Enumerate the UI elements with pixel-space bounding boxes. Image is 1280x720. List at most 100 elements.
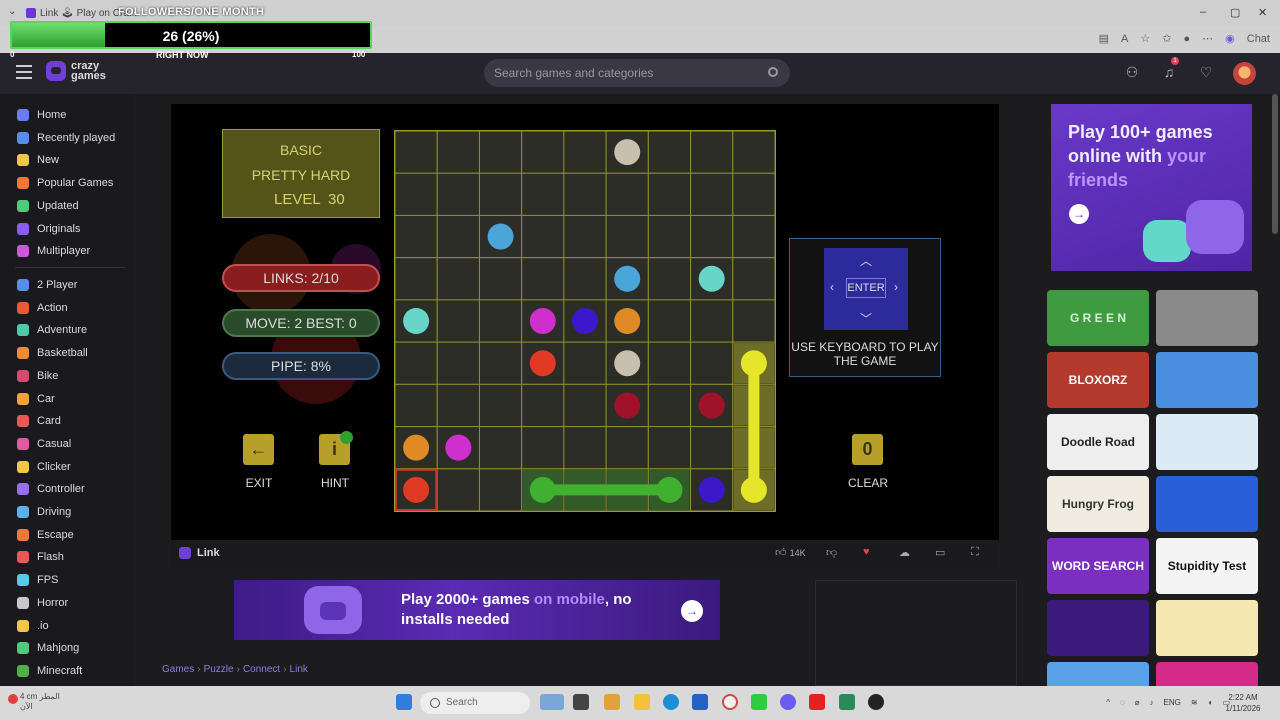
board-cell[interactable]: [436, 130, 480, 174]
board-cell[interactable]: [647, 383, 692, 428]
maximize-icon[interactable]: ▢: [1230, 6, 1240, 19]
avatar[interactable]: [1233, 62, 1256, 85]
game-thumbnail[interactable]: G R E E N: [1047, 290, 1149, 346]
board-cell[interactable]: [436, 172, 480, 216]
breadcrumb-connect[interactable]: Connect: [243, 664, 280, 675]
color-dot[interactable]: [403, 434, 430, 461]
fullscreen-icon[interactable]: ⛶: [971, 546, 979, 559]
board-cell[interactable]: [394, 257, 438, 301]
board-cell[interactable]: [563, 172, 607, 216]
clear-button[interactable]: 0: [852, 434, 883, 465]
board-cell[interactable]: [478, 172, 523, 216]
color-dot[interactable]: [698, 265, 725, 292]
color-dot[interactable]: [487, 223, 514, 250]
board-cell[interactable]: [690, 426, 734, 470]
board-cell[interactable]: [732, 172, 776, 216]
discord-icon[interactable]: [780, 694, 796, 710]
sidebar-item-driving[interactable]: Driving: [0, 501, 134, 523]
sidebar-item-flash[interactable]: Flash: [0, 546, 134, 568]
board-cell[interactable]: [436, 299, 480, 343]
game-thumbnail[interactable]: [1156, 414, 1258, 470]
board-cell[interactable]: [394, 214, 438, 259]
obs-icon[interactable]: [868, 694, 884, 710]
copilot-app-icon[interactable]: [604, 694, 620, 710]
game-thumbnail[interactable]: [1156, 662, 1258, 686]
crazygames-logo[interactable]: crazy games: [46, 61, 106, 82]
color-dot[interactable]: [445, 434, 472, 461]
color-dot[interactable]: [614, 139, 641, 166]
breadcrumb-puzzle[interactable]: Puzzle: [204, 664, 234, 675]
app-icon[interactable]: [839, 694, 855, 710]
board-cell[interactable]: [690, 130, 734, 174]
menu-icon[interactable]: [16, 65, 32, 79]
board-cell[interactable]: [605, 426, 649, 470]
board-cell[interactable]: [647, 130, 692, 174]
pipe-end-dot[interactable]: [656, 476, 683, 503]
start-icon[interactable]: [396, 694, 412, 710]
weather-widget[interactable]: 4 cm المطر الآن: [20, 692, 60, 712]
dislike-icon[interactable]: 👎︎: [826, 546, 837, 559]
friends-promo[interactable]: Play 100+ games online with your friends…: [1051, 104, 1252, 271]
favorites-icon[interactable]: ✩: [1162, 32, 1171, 45]
board-cell[interactable]: [647, 341, 692, 385]
board-cell[interactable]: [436, 214, 480, 259]
more-options-icon[interactable]: ⋯: [1202, 32, 1213, 45]
board-cell[interactable]: [521, 257, 565, 301]
game-board[interactable]: [394, 130, 776, 512]
color-dot[interactable]: [698, 476, 725, 503]
game-thumbnail[interactable]: [1047, 600, 1149, 656]
board-cell[interactable]: [436, 257, 480, 301]
cloud-save-icon[interactable]: ☁: [899, 546, 910, 559]
read-aloud-icon[interactable]: A: [1121, 33, 1128, 45]
tray-network-icon[interactable]: ⌀: [1135, 698, 1140, 707]
board-cell[interactable]: [478, 257, 523, 301]
board-cell[interactable]: [647, 257, 692, 301]
board-cell[interactable]: [478, 426, 523, 470]
pipe-end-dot[interactable]: [529, 476, 556, 503]
board-cell[interactable]: [563, 257, 607, 301]
sidebar-item-card[interactable]: Card: [0, 410, 134, 432]
sidebar-item-horror[interactable]: Horror: [0, 592, 134, 614]
bell-icon[interactable]: ♫: [1160, 64, 1178, 82]
search-icon[interactable]: [768, 67, 778, 77]
sidebar-item-recently-played[interactable]: Recently played: [0, 127, 134, 149]
minimize-icon[interactable]: –: [1200, 6, 1206, 18]
board-cell[interactable]: [478, 130, 523, 174]
store-icon[interactable]: [692, 694, 708, 710]
board-svg[interactable]: [394, 130, 776, 512]
game-thumbnail[interactable]: [1047, 662, 1149, 686]
game-thumbnail[interactable]: Doodle Road: [1047, 414, 1149, 470]
chat-button[interactable]: Chat: [1247, 33, 1270, 45]
board-cell[interactable]: [647, 214, 692, 259]
page-scrollbar[interactable]: [1272, 94, 1278, 234]
sidebar-item-clicker[interactable]: Clicker: [0, 456, 134, 478]
tray-chevron-icon[interactable]: ^: [1106, 698, 1110, 707]
sidebar-item-home[interactable]: Home: [0, 104, 134, 126]
copilot-icon[interactable]: ◉: [1225, 32, 1235, 45]
mobile-banner[interactable]: Play 2000+ games on mobile, no installs …: [234, 580, 720, 640]
breadcrumb-games[interactable]: Games: [162, 664, 194, 675]
board-cell[interactable]: [521, 172, 565, 216]
color-dot[interactable]: [614, 265, 641, 292]
board-cell[interactable]: [436, 341, 480, 385]
widgets-icon[interactable]: [540, 694, 564, 710]
task-view-icon[interactable]: [573, 694, 589, 710]
like-button[interactable]: 👍︎ 14K: [775, 546, 806, 559]
close-window-icon[interactable]: ✕: [1258, 6, 1267, 19]
board-cell[interactable]: [605, 214, 649, 259]
sidebar-item-2-player[interactable]: 2 Player: [0, 274, 134, 296]
friends-icon[interactable]: ⚇: [1123, 64, 1141, 82]
favorite-heart-icon[interactable]: ♥: [863, 546, 870, 558]
color-dot[interactable]: [614, 392, 641, 419]
board-cell[interactable]: [563, 426, 607, 470]
breadcrumb-link[interactable]: Link: [290, 664, 308, 675]
color-dot[interactable]: [403, 308, 430, 334]
board-cell[interactable]: [436, 383, 480, 428]
tray-volume-icon[interactable]: ♪: [1150, 698, 1154, 707]
game-thumbnail[interactable]: [1156, 476, 1258, 532]
board-cell[interactable]: [394, 383, 438, 428]
board-cell[interactable]: [394, 130, 438, 174]
board-cell[interactable]: [647, 172, 692, 216]
color-dot[interactable]: [698, 392, 725, 419]
color-dot[interactable]: [529, 350, 556, 377]
